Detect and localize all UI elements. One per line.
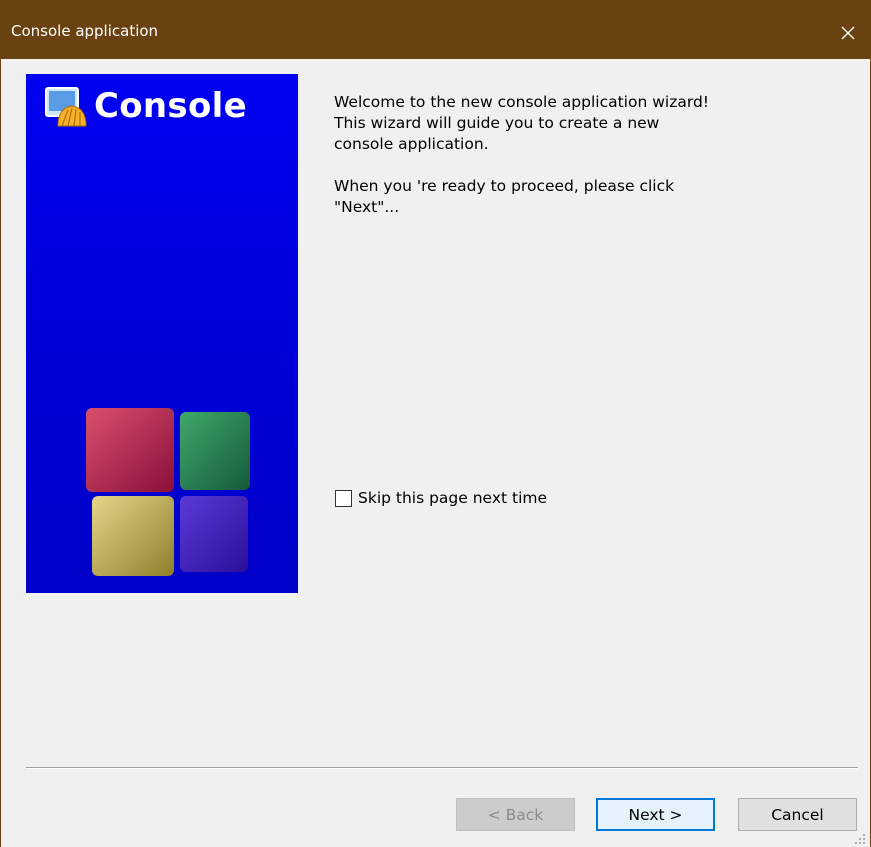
skip-page-checkbox[interactable] [335, 489, 352, 507]
window-title: Console application [11, 22, 159, 40]
resize-grip-icon[interactable] [854, 833, 866, 845]
proceed-text: When you 're ready to proceed, please cl… [334, 177, 675, 216]
codeblocks-cubes-logo [86, 408, 250, 576]
wizard-window: Console application Console Welcome to t… [0, 0, 871, 847]
wizard-banner: Console [26, 74, 298, 593]
welcome-text: Welcome to the new console application w… [334, 93, 709, 153]
skip-page-option[interactable]: Skip this page next time [335, 489, 547, 507]
next-button[interactable]: Next > [596, 798, 715, 831]
cancel-button[interactable]: Cancel [738, 798, 857, 831]
banner-logo-text: Console [94, 86, 247, 126]
close-icon [841, 26, 855, 39]
back-button[interactable]: < Back [456, 798, 575, 831]
close-button[interactable] [824, 6, 871, 59]
skip-page-label: Skip this page next time [358, 489, 548, 507]
button-separator [26, 767, 858, 769]
wizard-content: Welcome to the new console application w… [334, 92, 794, 239]
title-bar: Console application [1, 0, 871, 59]
codeblocks-shell-icon [45, 87, 87, 127]
